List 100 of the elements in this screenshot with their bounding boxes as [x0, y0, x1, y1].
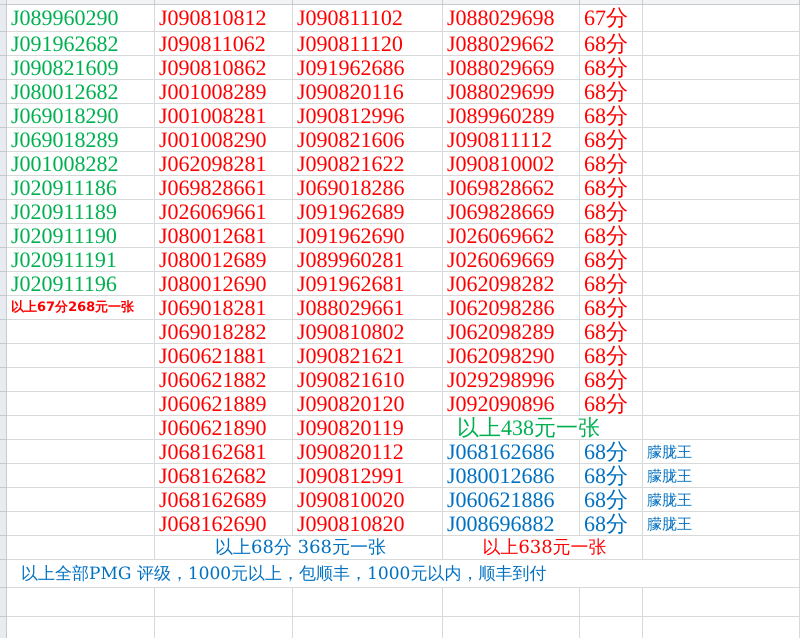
table-cell: J090811102: [297, 6, 403, 30]
empty-cell[interactable]: [643, 176, 800, 200]
table-cell: J020911189: [11, 200, 117, 224]
table-cell: J069828661: [159, 176, 267, 200]
table-cell: J062098289: [447, 320, 555, 344]
table-cell: J090812991: [297, 464, 405, 488]
table-cell: J088029661: [297, 296, 405, 320]
empty-cell[interactable]: [643, 272, 800, 296]
table-cell: J080012681: [159, 224, 267, 248]
summary-text: 以上638元一张: [482, 536, 607, 560]
table-cell: J068162681: [159, 440, 267, 464]
table-cell: J080012690: [159, 272, 267, 296]
table-cell: J089960289: [447, 104, 555, 128]
table-cell: J001008289: [159, 80, 267, 104]
table-cell: J008696882: [447, 512, 555, 536]
empty-cell[interactable]: [643, 200, 800, 224]
table-cell: J062098286: [447, 296, 555, 320]
table-cell: J090820112: [297, 440, 404, 464]
table-cell: J090810862: [159, 56, 267, 80]
table-cell: 68分: [584, 272, 628, 296]
table-cell: 68分: [584, 200, 628, 224]
table-cell: J090810820: [297, 512, 405, 536]
table-cell: J091962681: [297, 272, 405, 296]
table-cell: 68分: [584, 104, 628, 128]
table-cell: J020911191: [11, 248, 117, 272]
table-cell: 67分: [584, 6, 628, 30]
table-cell: J090810802: [297, 320, 405, 344]
empty-cell[interactable]: [643, 416, 800, 440]
table-cell: 68分: [584, 128, 628, 152]
table-cell: J088029662: [447, 32, 555, 56]
table-cell: J069828662: [447, 176, 555, 200]
empty-cell[interactable]: [443, 588, 580, 617]
table-cell: J090821606: [297, 128, 405, 152]
table-cell: J001008290: [159, 128, 267, 152]
empty-cell[interactable]: [643, 320, 800, 344]
summary-text: 以上438元一张: [457, 416, 600, 440]
table-cell: J080012689: [159, 248, 267, 272]
table-cell: J090810002: [447, 152, 555, 176]
empty-cell[interactable]: [643, 536, 800, 560]
table-cell: J060621881: [159, 344, 267, 368]
table-cell: J068162686: [447, 440, 555, 464]
table-cell: 68分: [584, 488, 628, 512]
table-cell: 68分: [584, 248, 628, 272]
table-cell: 68分: [584, 176, 628, 200]
table-cell: J088029698: [447, 6, 555, 30]
empty-cell[interactable]: [643, 80, 800, 104]
empty-cell[interactable]: [643, 224, 800, 248]
summary-text: 以上全部PMG 评级，1000元以上，包顺丰，1000元以内，顺丰到付: [20, 562, 546, 586]
table-cell: J068162682: [159, 464, 267, 488]
empty-cell[interactable]: [643, 104, 800, 128]
table-cell: J089960290: [11, 6, 119, 30]
table-cell: J090811120: [297, 32, 403, 56]
table-cell: J069018289: [11, 128, 119, 152]
empty-cell[interactable]: [643, 392, 800, 416]
table-cell: J080012686: [447, 464, 555, 488]
note-text: 朦胧王: [647, 514, 692, 534]
summary-text: 以上68分 368元一张: [215, 536, 386, 560]
table-cell: 68分: [584, 344, 628, 368]
empty-cell[interactable]: [643, 32, 800, 56]
empty-cell[interactable]: [643, 5, 800, 32]
empty-cell[interactable]: [643, 128, 800, 152]
table-cell: J090820116: [297, 80, 404, 104]
table-cell: J091962682: [11, 32, 119, 56]
table-cell: J020911186: [11, 176, 117, 200]
table-cell: 68分: [584, 464, 628, 488]
empty-cell[interactable]: [643, 344, 800, 368]
table-cell: J088029669: [447, 56, 555, 80]
empty-cell[interactable]: [643, 368, 800, 392]
empty-cell[interactable]: [580, 588, 643, 617]
table-cell: J090821621: [297, 344, 405, 368]
table-cell: J090810020: [297, 488, 405, 512]
table-cell: J069018290: [11, 104, 119, 128]
table-cell: 68分: [584, 440, 628, 464]
empty-cell[interactable]: [643, 588, 800, 617]
table-cell: J062098290: [447, 344, 555, 368]
table-cell: J026069662: [447, 224, 555, 248]
empty-cell[interactable]: [643, 56, 800, 80]
note-text: 朦胧王: [647, 442, 692, 462]
table-cell: J001008282: [11, 152, 119, 176]
empty-cell[interactable]: [155, 588, 293, 617]
table-cell: J062098282: [447, 272, 555, 296]
empty-cell[interactable]: [293, 588, 443, 617]
table-cell: 68分: [584, 152, 628, 176]
table-cell: 68分: [584, 368, 628, 392]
table-cell: 68分: [584, 296, 628, 320]
table-cell: J001008281: [159, 104, 267, 128]
table-cell: J020911190: [11, 224, 117, 248]
table-cell: J092090896: [447, 392, 555, 416]
table-cell: J069018282: [159, 320, 267, 344]
empty-cell[interactable]: [643, 248, 800, 272]
empty-cell[interactable]: [643, 152, 800, 176]
table-cell: J088029699: [447, 80, 555, 104]
note-text: 朦胧王: [647, 490, 692, 510]
table-cell: 68分: [584, 512, 628, 536]
table-cell: J089960281: [297, 248, 405, 272]
table-cell: J020911196: [11, 272, 117, 296]
table-cell: 68分: [584, 56, 628, 80]
table-cell: J091962686: [297, 56, 405, 80]
empty-cell[interactable]: [643, 296, 800, 320]
note-text: 朦胧王: [647, 466, 692, 486]
